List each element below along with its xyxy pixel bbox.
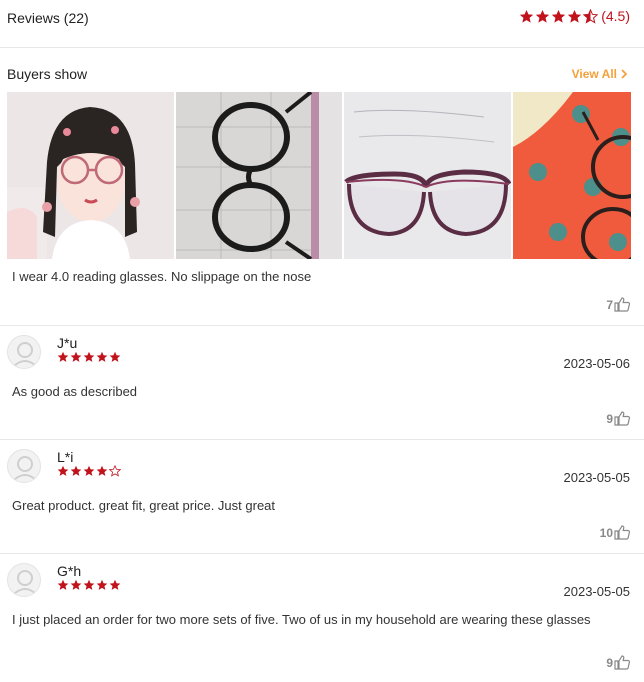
star-full-icon <box>109 351 121 362</box>
avatar <box>7 335 41 369</box>
review-date: 2023-05-05 <box>563 584 631 599</box>
review-text: As good as described <box>12 384 138 399</box>
star-empty-icon <box>109 465 121 477</box>
star-full-icon <box>109 579 121 590</box>
like-button[interactable]: 10 <box>600 525 630 540</box>
star-full-icon <box>83 579 95 590</box>
reviewer-name: L*i <box>57 449 74 465</box>
like-count: 9 <box>606 655 613 670</box>
avatar <box>7 449 41 483</box>
star-full-icon <box>57 351 69 362</box>
view-all-label: View All <box>571 67 617 81</box>
review-divider <box>0 325 644 326</box>
star-full-icon <box>96 465 108 476</box>
review-date: 2023-05-06 <box>563 356 631 371</box>
star-full-icon <box>57 579 69 590</box>
like-button[interactable]: 9 <box>606 655 630 670</box>
review-divider <box>0 439 644 440</box>
photo-purple-glasses[interactable] <box>344 92 511 259</box>
buyers-photo-gallery <box>7 92 631 259</box>
like-button[interactable]: 9 <box>606 411 630 426</box>
view-all-link[interactable]: View All <box>572 67 627 81</box>
star-full-icon <box>96 351 108 362</box>
review-stars <box>57 351 122 363</box>
thumbs-up-icon <box>614 655 630 670</box>
avatar <box>7 563 41 597</box>
star-full-icon <box>568 9 582 23</box>
like-count: 7 <box>606 297 613 312</box>
review-text-truncated: I wear 4.0 reading glasses. No slippage … <box>12 269 312 284</box>
star-full-icon <box>83 351 95 362</box>
review-date: 2023-05-05 <box>563 470 631 485</box>
star-full-icon <box>83 465 95 476</box>
star-full-icon <box>57 465 69 476</box>
review-stars <box>57 465 122 477</box>
chevron-right-icon <box>621 69 627 79</box>
rating-value: (4.5) <box>601 8 630 24</box>
buyers-show-title: Buyers show <box>7 66 88 82</box>
photo-glasses-on-red-cloth[interactable] <box>513 92 631 259</box>
like-count: 10 <box>599 525 613 540</box>
photo-woman-with-glasses[interactable] <box>7 92 174 259</box>
star-full-icon <box>552 9 566 23</box>
star-full-icon <box>70 465 82 476</box>
star-half-icon <box>583 8 599 24</box>
reviews-count-title: Reviews (22) <box>7 10 89 26</box>
photo-glasses-on-calendar[interactable] <box>176 92 342 259</box>
overall-rating-stars <box>519 8 599 24</box>
star-full-icon <box>520 9 534 23</box>
thumbs-up-icon <box>614 297 630 312</box>
star-full-icon <box>70 579 82 590</box>
star-full-icon <box>70 351 82 362</box>
review-stars <box>57 579 122 591</box>
like-count: 9 <box>606 411 613 426</box>
overall-rating: (4.5) <box>519 8 630 24</box>
thumbs-up-icon <box>614 411 630 426</box>
review-divider <box>0 553 644 554</box>
star-full-icon <box>96 579 108 590</box>
reviews-header: Reviews (22) (4.5) <box>0 0 644 48</box>
review-text: Great product. great fit, great price. J… <box>12 498 276 513</box>
review-text: I just placed an order for two more sets… <box>12 612 591 627</box>
reviewer-name: J*u <box>57 335 78 351</box>
reviewer-name: G*h <box>57 563 82 579</box>
like-button[interactable]: 7 <box>606 297 630 312</box>
star-full-icon <box>536 9 550 23</box>
thumbs-up-icon <box>614 525 630 540</box>
